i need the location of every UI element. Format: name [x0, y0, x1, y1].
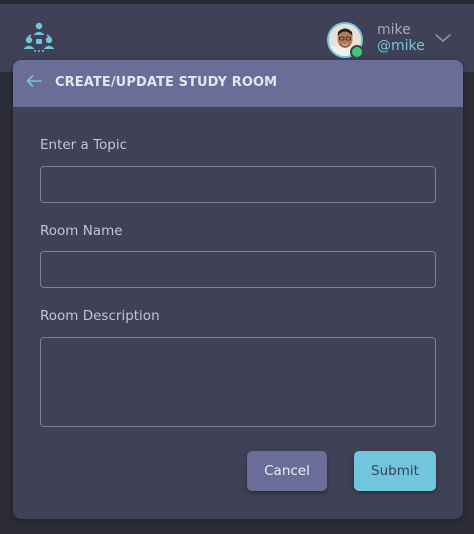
- user-handle[interactable]: @mike: [377, 38, 425, 54]
- room-description-textarea[interactable]: [40, 337, 436, 427]
- room-description-label: Room Description: [40, 308, 160, 324]
- logo-icon[interactable]: [22, 20, 56, 54]
- topic-input[interactable]: [40, 166, 436, 203]
- room-name-input[interactable]: [40, 251, 436, 288]
- card-header: CREATE/UPDATE STUDY ROOM: [13, 60, 463, 107]
- user-avatar[interactable]: [327, 22, 364, 59]
- cancel-button[interactable]: Cancel: [247, 451, 327, 491]
- user-name: mike: [377, 22, 411, 38]
- topic-label: Enter a Topic: [40, 137, 128, 153]
- online-status-dot: [350, 45, 364, 59]
- room-form-card: CREATE/UPDATE STUDY ROOM Enter a Topic R…: [13, 60, 463, 519]
- page-title: CREATE/UPDATE STUDY ROOM: [55, 75, 278, 90]
- back-arrow-icon[interactable]: [25, 74, 43, 88]
- chevron-down-icon[interactable]: [434, 32, 452, 44]
- submit-button[interactable]: Submit: [354, 451, 436, 491]
- room-name-label: Room Name: [40, 223, 123, 239]
